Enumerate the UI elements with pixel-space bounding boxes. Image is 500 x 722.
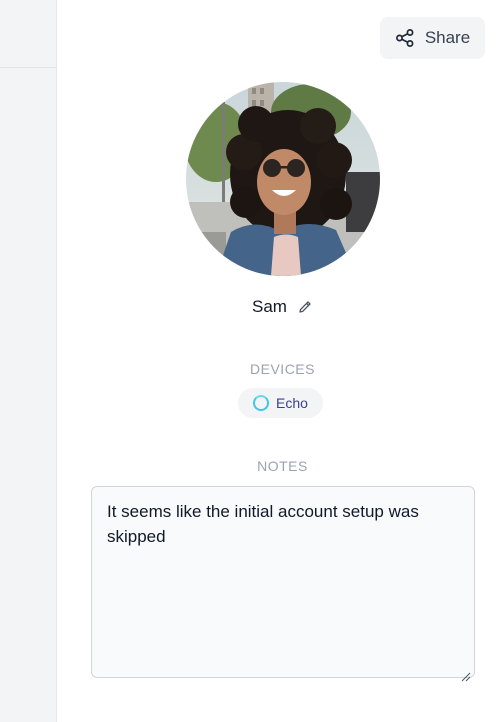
share-button[interactable]: Share [380, 17, 485, 59]
share-icon [395, 28, 415, 48]
avatar [186, 82, 380, 276]
contact-name: Sam [252, 297, 287, 316]
share-button-label: Share [424, 28, 471, 47]
device-chip-echo[interactable]: Echo [238, 388, 323, 418]
contact-detail-panel: Share Sam DEVICES Echo NOTES It seems li… [0, 0, 500, 722]
sidebar-divider [0, 67, 57, 68]
device-chip-label: Echo [276, 395, 308, 411]
name-row: Sam [0, 297, 500, 317]
notes-heading: NOTES [257, 458, 308, 474]
resize-handle-icon[interactable] [461, 664, 471, 682]
alexa-ring-icon [253, 395, 270, 411]
notes-text: It seems like the initial account setup … [107, 502, 419, 546]
notes-textarea[interactable]: It seems like the initial account setup … [91, 486, 475, 682]
edit-pencil-icon[interactable] [297, 299, 313, 315]
devices-heading: DEVICES [250, 361, 315, 377]
